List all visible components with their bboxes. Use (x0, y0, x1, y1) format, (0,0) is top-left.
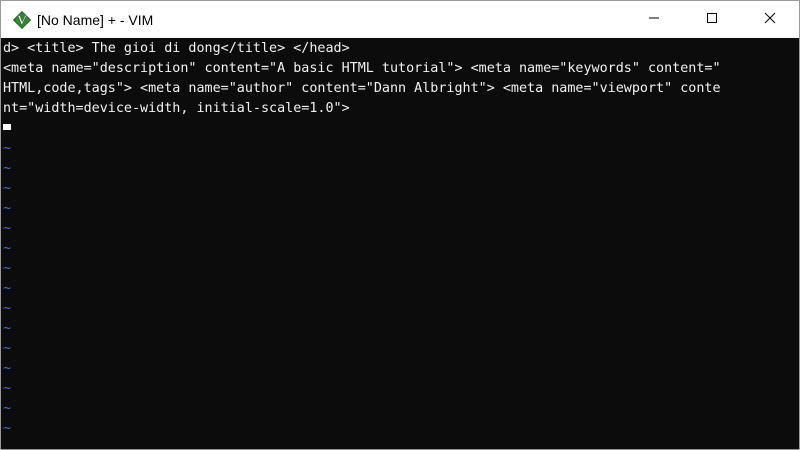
empty-line-tilde: ~ (3, 321, 12, 336)
empty-line-tilde: ~ (3, 401, 12, 416)
buffer-line: d> <title> The gioi di dong</title> </he… (3, 41, 350, 56)
buffer-line: nt="width=device-width, initial-scale=1.… (3, 101, 350, 116)
buffer-line: <meta name="description" content="A basi… (3, 61, 721, 76)
empty-line-tilde: ~ (3, 381, 12, 396)
text-cursor (3, 124, 11, 130)
minimize-icon (648, 11, 660, 29)
empty-line-tilde: ~ (3, 141, 12, 156)
empty-line-tilde: ~ (3, 341, 12, 356)
window-controls (625, 1, 799, 38)
empty-line-tilde: ~ (3, 421, 12, 436)
empty-line-tilde: ~ (3, 261, 12, 276)
empty-line-tilde: ~ (3, 221, 12, 236)
cursor-line (1, 119, 799, 139)
maximize-button[interactable] (683, 1, 741, 38)
vim-icon (13, 10, 31, 29)
buffer-line: HTML,code,tags"> <meta name="author" con… (3, 81, 721, 96)
empty-line-tilde: ~ (3, 241, 12, 256)
empty-line-tilde: ~ (3, 301, 12, 316)
empty-line-tilde: ~ (3, 281, 12, 296)
title-bar[interactable]: [No Name] + - VIM (1, 1, 799, 38)
empty-line-tilde: ~ (3, 161, 12, 176)
empty-line-markers: ~ ~ ~ ~ ~ ~ ~ ~ ~ ~ ~ ~ ~ ~ ~ (1, 139, 799, 439)
window-title: [No Name] + - VIM (37, 11, 154, 28)
empty-line-tilde: ~ (3, 361, 12, 376)
empty-line-tilde: ~ (3, 201, 12, 216)
close-icon (764, 11, 776, 29)
maximize-icon (706, 11, 718, 29)
close-button[interactable] (741, 1, 799, 38)
editor-buffer[interactable]: d> <title> The gioi di dong</title> </he… (1, 39, 799, 449)
empty-line-tilde: ~ (3, 181, 12, 196)
vim-window: [No Name] + - VIM d> <title> The gioi di… (0, 0, 800, 450)
minimize-button[interactable] (625, 1, 683, 38)
